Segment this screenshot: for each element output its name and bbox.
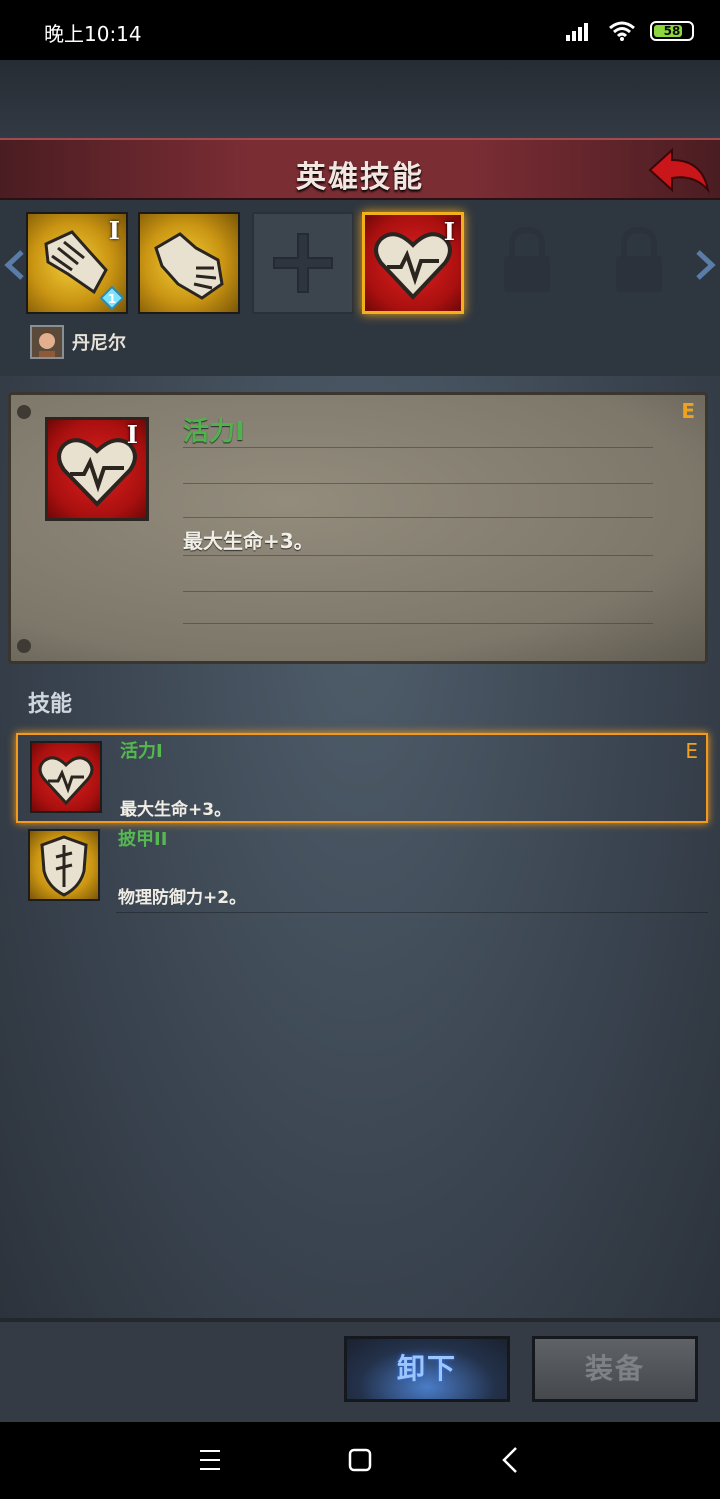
status-time: 晚上10:14 (44, 22, 142, 46)
signal-icon (566, 23, 588, 41)
chevron-right-icon[interactable] (694, 250, 716, 280)
back-arrow-icon[interactable] (646, 144, 712, 196)
unequip-button[interactable]: 卸下 (344, 1336, 510, 1402)
skill-slot-5-locked[interactable] (478, 212, 580, 314)
slot-1-rank: I (108, 216, 120, 245)
wifi-icon (609, 21, 635, 41)
page-title: 英雄技能 (296, 160, 424, 195)
skill-slot-6-locked[interactable] (590, 212, 692, 314)
fist-icon (154, 232, 224, 300)
equip-button[interactable]: 装备 (532, 1336, 698, 1402)
skill-list-item-armor[interactable]: 披甲II 物理防御力+2。 (16, 823, 708, 913)
skill-item-name: 披甲II (118, 829, 168, 850)
lock-icon (616, 226, 662, 292)
top-strip (0, 60, 720, 140)
lock-icon (504, 226, 550, 292)
gem-count: 1 (108, 292, 116, 306)
skill-slot-1[interactable]: I 1 (26, 212, 128, 314)
cross-icon (273, 233, 333, 293)
menu-icon[interactable] (190, 1442, 230, 1478)
title-bar: 英雄技能 (0, 138, 720, 200)
detail-grade-badge: E (681, 399, 695, 423)
skill-item-name: 活力I (120, 741, 163, 762)
system-nav-bar (0, 1422, 720, 1499)
skills-section-label: 技能 (28, 692, 73, 717)
battery-level: 58 (663, 24, 681, 38)
status-icons: 58 (566, 16, 694, 46)
skill-slot-3-empty[interactable] (252, 212, 354, 314)
avatar (30, 325, 64, 359)
detail-rank: I (126, 420, 138, 449)
slot-4-rank: I (443, 217, 455, 246)
battery-icon: 58 (650, 21, 694, 41)
detail-skill-description: 最大生命+3。 (183, 529, 314, 553)
heart-icon (38, 756, 94, 806)
skill-list-item-vitality[interactable]: 活力I 最大生命+3。 E (16, 733, 708, 823)
skill-slot-4-selected[interactable]: I (362, 212, 464, 314)
nav-back-icon[interactable] (490, 1442, 530, 1478)
skill-detail-panel: I 活力I E 最大生命+3。 (8, 392, 708, 664)
home-icon[interactable] (340, 1442, 380, 1478)
chevron-left-icon[interactable] (4, 250, 26, 280)
detail-skill-name: 活力I (183, 417, 245, 447)
hero-name: 丹尼尔 (72, 333, 126, 354)
skill-slot-2[interactable] (138, 212, 240, 314)
skill-item-description: 物理防御力+2。 (118, 888, 247, 908)
skill-item-description: 最大生命+3。 (120, 800, 232, 820)
status-bar: 晚上10:14 58 (0, 0, 720, 60)
skill-item-icon (28, 829, 100, 901)
detail-skill-icon: I (45, 417, 149, 521)
hero-info: 丹尼尔 (30, 324, 126, 360)
skill-item-grade: E (685, 739, 698, 763)
shield-icon (40, 835, 88, 897)
gem-icon: 1 (100, 286, 124, 310)
skill-item-icon (30, 741, 102, 813)
